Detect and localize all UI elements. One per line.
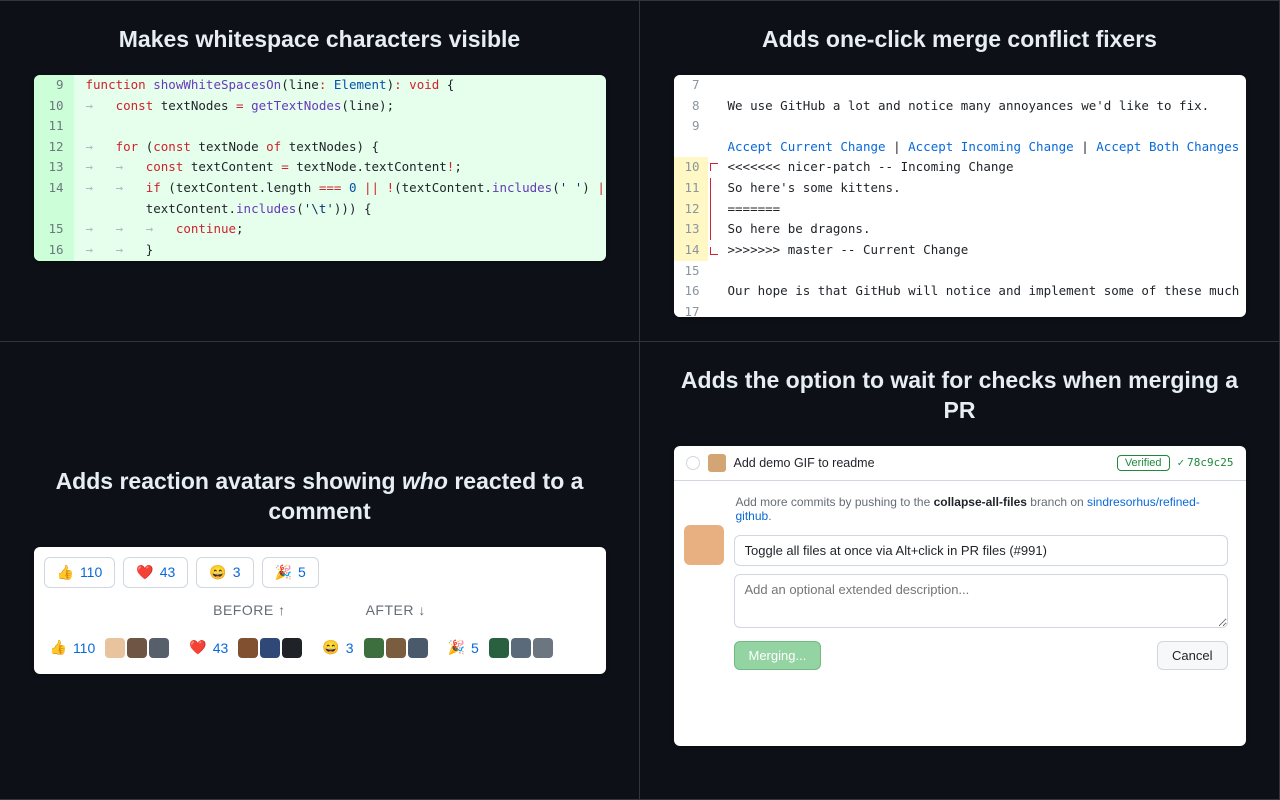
avatar: [127, 638, 147, 658]
verified-badge: Verified: [1117, 455, 1170, 471]
reaction-button[interactable]: ❤️43: [123, 557, 188, 588]
merge-description-textarea[interactable]: [734, 574, 1228, 628]
avatar: [489, 638, 509, 658]
avatar: [282, 638, 302, 658]
feature-title: Adds the option to wait for checks when …: [664, 366, 1255, 426]
conflict-fixer-link[interactable]: Accept Both Changes: [1096, 139, 1239, 154]
reaction-button[interactable]: 🎉5: [262, 557, 319, 588]
reaction-with-avatars[interactable]: ❤️43: [183, 632, 308, 664]
reaction-with-avatars[interactable]: 👍110: [44, 632, 176, 664]
avatar: [533, 638, 553, 658]
merge-conflict-block: 78We use GitHub a lot and notice many an…: [674, 75, 1246, 317]
avatar: [364, 638, 384, 658]
after-label: AFTER ↓: [366, 602, 426, 618]
avatar: [708, 454, 726, 472]
feature-title: Adds one-click merge conflict fixers: [762, 25, 1157, 55]
avatar: [386, 638, 406, 658]
merge-title-input[interactable]: [734, 535, 1228, 566]
avatar: [105, 638, 125, 658]
reactions-after-row: 👍110❤️43😄3 🎉5: [34, 626, 606, 670]
avatar: [511, 638, 531, 658]
avatar: [238, 638, 258, 658]
reaction-button[interactable]: 👍110: [44, 557, 116, 588]
cancel-button[interactable]: Cancel: [1157, 641, 1227, 670]
conflict-fixer-link[interactable]: Accept Incoming Change: [908, 139, 1074, 154]
feature-title: Makes whitespace characters visible: [119, 25, 520, 55]
before-after-labels: BEFORE ↑ AFTER ↓: [34, 594, 606, 626]
reactions-before-row: 👍110❤️43 😄3 🎉5: [34, 551, 606, 594]
commit-title: Add demo GIF to readme: [734, 456, 875, 470]
feature-reaction-avatars: Adds reaction avatars showing who reacte…: [0, 342, 640, 800]
avatar: [408, 638, 428, 658]
commit-circle-icon: [686, 456, 700, 470]
reaction-with-avatars[interactable]: 🎉5: [442, 632, 559, 664]
push-hint: Add more commits by pushing to the colla…: [736, 495, 1228, 523]
conflict-fixer-link[interactable]: Accept Current Change: [728, 139, 886, 154]
feature-wait-for-checks: Adds the option to wait for checks when …: [640, 342, 1280, 800]
reaction-button[interactable]: 😄3: [196, 557, 253, 588]
commit-sha[interactable]: ✓ 78c9c25: [1178, 456, 1234, 469]
feature-merge-conflict: Adds one-click merge conflict fixers 78W…: [640, 1, 1280, 342]
pr-commit-header: Add demo GIF to readme Verified ✓ 78c9c2…: [674, 446, 1246, 481]
reactions-panel: 👍110❤️43😄3🎉5 BEFORE ↑ AFTER ↓ 👍110❤️43😄3…: [34, 547, 606, 674]
merging-button[interactable]: Merging...: [734, 641, 822, 670]
avatar: [684, 525, 724, 565]
feature-whitespace: Makes whitespace characters visible 9fun…: [0, 1, 640, 342]
check-icon: ✓: [1178, 456, 1185, 469]
feature-title: Adds reaction avatars showing who reacte…: [24, 467, 615, 527]
before-label: BEFORE ↑: [213, 602, 285, 618]
code-block: 9function showWhiteSpacesOn(line: Elemen…: [34, 75, 606, 261]
pr-panel: Add demo GIF to readme Verified ✓ 78c9c2…: [674, 446, 1246, 746]
reaction-with-avatars[interactable]: 😄3: [316, 632, 433, 664]
avatar: [149, 638, 169, 658]
avatar: [260, 638, 280, 658]
